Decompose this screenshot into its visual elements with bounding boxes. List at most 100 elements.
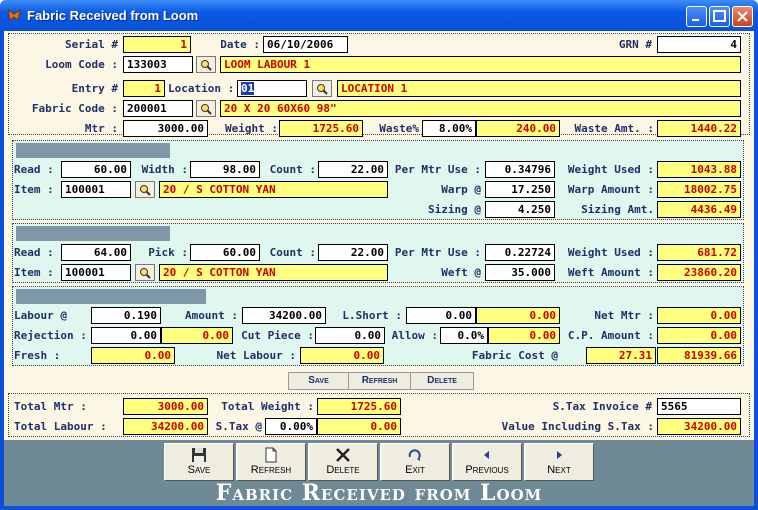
lshort-field[interactable]: 0.00 xyxy=(406,307,476,324)
fabric-code-field[interactable]: 200001 xyxy=(123,100,193,117)
fresh-label: Fresh : xyxy=(14,349,61,362)
waste-amt-field[interactable]: 1440.22 xyxy=(657,120,741,137)
value-incl-stax-label: Value Including S.Tax : xyxy=(501,420,654,433)
warp-at-label: Warp @ xyxy=(441,183,481,196)
weft-at-field[interactable]: 35.000 xyxy=(485,264,555,281)
sizing-at-label: Sizing @ xyxy=(428,203,481,216)
waste-pct-field[interactable]: 8.00% xyxy=(422,120,476,137)
weft-weight-used-field[interactable]: 681.72 xyxy=(657,244,741,261)
warp-item-search-button[interactable] xyxy=(135,181,155,198)
waste-amt-label: Waste Amt. : xyxy=(574,122,654,135)
loom-code-field[interactable]: 133003 xyxy=(123,56,193,73)
warp-count-field[interactable]: 22.00 xyxy=(318,161,388,178)
grid-delete-button[interactable]: Delete xyxy=(411,373,473,389)
net-mtr-field[interactable]: 0.00 xyxy=(657,307,741,324)
weight-field[interactable]: 1725.60 xyxy=(279,120,363,137)
warp-weight-used-label: Weight Used : xyxy=(567,163,654,176)
location-search-button[interactable] xyxy=(312,80,332,97)
fabric-cost-rate-field[interactable]: 27.31 xyxy=(586,347,656,364)
weft-at-label: Weft @ xyxy=(441,266,481,279)
grid-refresh-button[interactable]: Refresh xyxy=(349,373,411,389)
weft-item-code-field[interactable]: 100001 xyxy=(61,264,131,281)
loom-name-field[interactable]: LOOM LABOUR 1 xyxy=(220,56,741,73)
refresh-label: Refresh xyxy=(250,464,292,476)
grid-save-button[interactable]: Save xyxy=(289,373,349,389)
warp-count-label: Count : xyxy=(269,163,316,176)
total-labour-field[interactable]: 34200.00 xyxy=(123,418,208,435)
warp-amount-label: Warp Amount : xyxy=(567,183,654,196)
minimize-button[interactable] xyxy=(686,6,707,27)
warp-per-mtr-field[interactable]: 0.34796 xyxy=(485,161,555,178)
total-mtr-field[interactable]: 3000.00 xyxy=(123,398,208,415)
exit-button[interactable]: Exit xyxy=(380,443,450,481)
stax-pct-field[interactable]: 0.00% xyxy=(265,418,317,435)
stax-value-field[interactable]: 0.00 xyxy=(317,418,401,435)
fresh-field[interactable]: 0.00 xyxy=(91,347,175,364)
location-code-text: 01 xyxy=(241,82,255,95)
location-code-field[interactable]: 01 xyxy=(237,80,307,97)
labour-amount-field[interactable]: 34200.00 xyxy=(242,307,326,324)
warp-read-field[interactable]: 60.00 xyxy=(61,161,131,178)
warp-per-mtr-label: Per Mtr Use : xyxy=(394,163,481,176)
cp-amount-label: C.P. Amount : xyxy=(567,329,654,342)
next-label: Next xyxy=(547,464,571,476)
previous-button[interactable]: Previous xyxy=(452,443,522,481)
date-field[interactable]: 06/10/2006 xyxy=(263,36,348,53)
weft-read-label: Read : xyxy=(14,246,54,259)
warp-at-field[interactable]: 17.250 xyxy=(485,181,555,198)
grn-label: GRN # xyxy=(618,38,652,51)
delete-label: Delete xyxy=(326,464,360,476)
cut-piece-field[interactable]: 0.00 xyxy=(315,327,385,344)
cp-amount-field[interactable]: 0.00 xyxy=(657,327,741,344)
close-button[interactable] xyxy=(732,6,753,27)
weft-read-field[interactable]: 64.00 xyxy=(61,244,131,261)
weft-per-mtr-field[interactable]: 0.22724 xyxy=(485,244,555,261)
sizing-at-field[interactable]: 4.250 xyxy=(485,201,555,218)
maximize-button[interactable] xyxy=(709,6,730,27)
search-icon xyxy=(201,103,212,115)
rejection-field[interactable]: 0.00 xyxy=(91,327,161,344)
weft-item-search-button[interactable] xyxy=(135,264,155,281)
weft-pick-field[interactable]: 60.00 xyxy=(190,244,260,261)
fabric-cost-field[interactable]: 81939.66 xyxy=(657,347,741,364)
serial-field[interactable]: 1 xyxy=(123,36,191,53)
warp-item-name-field[interactable]: 20 / S COTTON YAN xyxy=(159,181,388,198)
close-icon xyxy=(737,11,748,22)
waste-pct-label: Waste% xyxy=(379,122,419,135)
stax-invoice-field[interactable]: 5565 xyxy=(657,398,741,415)
fabric-search-button[interactable] xyxy=(196,100,216,117)
delete-button[interactable]: Delete xyxy=(308,443,378,481)
fabric-name-field[interactable]: 20 X 20 60X60 98" xyxy=(220,100,741,117)
loom-search-button[interactable] xyxy=(196,56,216,73)
allow-value-field[interactable]: 0.00 xyxy=(488,327,560,344)
allow-pct-field[interactable]: 0.0% xyxy=(440,327,488,344)
weft-count-field[interactable]: 22.00 xyxy=(318,244,388,261)
next-button[interactable]: Next xyxy=(524,443,594,481)
warp-amount-field[interactable]: 18002.75 xyxy=(657,181,741,198)
net-labour-field[interactable]: 0.00 xyxy=(300,347,384,364)
sizing-amt-field[interactable]: 4436.49 xyxy=(657,201,741,218)
grn-field[interactable]: 4 xyxy=(657,36,741,53)
grid-button-row: Save Refresh Delete xyxy=(288,372,474,390)
location-label: Location : xyxy=(168,82,235,95)
save-button[interactable]: Save xyxy=(164,443,234,481)
location-name-field[interactable]: LOCATION 1 xyxy=(337,80,741,97)
weft-pick-label: Pick : xyxy=(148,246,188,259)
refresh-button[interactable]: Refresh xyxy=(236,443,306,481)
lshort-value-field[interactable]: 0.00 xyxy=(476,307,560,324)
value-incl-stax-field[interactable]: 34200.00 xyxy=(657,418,741,435)
footer-title: Fabric Received from Loom xyxy=(215,480,543,506)
warp-item-code-field[interactable]: 100001 xyxy=(61,181,131,198)
fabric-cost-label: Fabric Cost @ xyxy=(471,349,558,362)
mtr-field[interactable]: 3000.00 xyxy=(123,120,208,137)
entry-field[interactable]: 1 xyxy=(123,80,165,97)
weft-amount-field[interactable]: 23860.20 xyxy=(657,264,741,281)
warp-width-field[interactable]: 98.00 xyxy=(190,161,260,178)
save-label: Save xyxy=(187,464,211,476)
labour-at-field[interactable]: 0.190 xyxy=(91,307,161,324)
weft-item-name-field[interactable]: 20 / S COTTON YAN xyxy=(159,264,388,281)
warp-weight-used-field[interactable]: 1043.88 xyxy=(657,161,741,178)
total-weight-field[interactable]: 1725.60 xyxy=(317,398,401,415)
rejection-value-field[interactable]: 0.00 xyxy=(161,327,233,344)
waste-value-field[interactable]: 240.00 xyxy=(476,120,560,137)
